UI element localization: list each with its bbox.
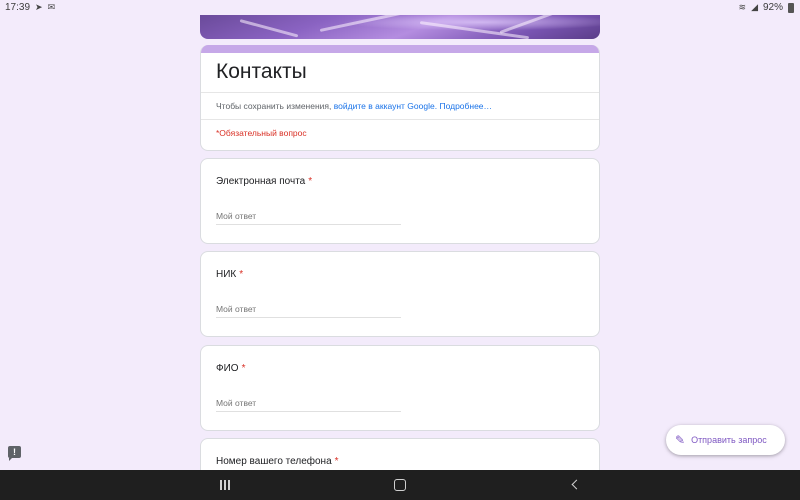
email-input[interactable] bbox=[216, 207, 401, 225]
status-left: 17:39 ➤ ✉ bbox=[5, 2, 55, 13]
mail-icon: ✉ bbox=[47, 2, 56, 12]
pencil-icon: ✎ bbox=[675, 433, 686, 447]
status-right: ≋ ◢ 92% bbox=[739, 2, 794, 13]
required-note: *Обязательный вопрос bbox=[216, 128, 307, 138]
question-label: Номер вашего телефона * bbox=[216, 456, 339, 467]
required-asterisk: * bbox=[334, 456, 339, 467]
form-title: Контакты bbox=[216, 60, 307, 83]
title-accent-bar bbox=[201, 45, 599, 53]
request-access-label: Отправить запрос bbox=[691, 435, 767, 445]
back-icon[interactable] bbox=[569, 478, 585, 492]
question-text: ФИО bbox=[216, 363, 239, 374]
question-text: Электронная почта bbox=[216, 176, 306, 187]
required-asterisk: * bbox=[239, 269, 244, 280]
request-access-button[interactable]: ✎ Отправить запрос bbox=[666, 425, 785, 455]
signin-notice: Чтобы сохранить изменения, войдите в акк… bbox=[216, 101, 492, 111]
divider bbox=[201, 119, 599, 120]
recents-icon[interactable] bbox=[217, 478, 233, 492]
learn-more-link[interactable]: Подробнее… bbox=[439, 101, 492, 111]
form-header-image bbox=[200, 15, 600, 39]
question-text: Номер вашего телефона bbox=[216, 456, 332, 467]
question-label: ФИО * bbox=[216, 363, 245, 374]
telegram-icon: ➤ bbox=[35, 2, 43, 12]
signal-icon: ◢ bbox=[751, 2, 758, 12]
status-time: 17:39 bbox=[5, 2, 31, 13]
battery-percent: 92% bbox=[762, 2, 783, 13]
question-label: Электронная почта * bbox=[216, 176, 312, 187]
question-text: НИК bbox=[216, 269, 237, 280]
navigation-bar bbox=[0, 470, 800, 500]
nick-input[interactable] bbox=[216, 300, 401, 318]
wifi-icon: ≋ bbox=[738, 2, 747, 12]
question-card-nick: НИК * bbox=[200, 251, 600, 337]
divider bbox=[201, 92, 599, 93]
status-bar: 17:39 ➤ ✉ ≋ ◢ 92% bbox=[0, 0, 800, 15]
feedback-icon[interactable]: ! bbox=[8, 446, 21, 461]
signin-prefix: Чтобы сохранить изменения, bbox=[216, 101, 334, 111]
form-title-card: Контакты Чтобы сохранить изменения, войд… bbox=[200, 45, 600, 151]
required-asterisk: * bbox=[241, 363, 246, 374]
signin-link[interactable]: войдите в аккаунт Google. bbox=[334, 101, 437, 111]
question-label: НИК * bbox=[216, 269, 243, 280]
required-asterisk: * bbox=[308, 176, 313, 187]
question-card-fullname: ФИО * bbox=[200, 345, 600, 431]
question-card-email: Электронная почта * bbox=[200, 158, 600, 244]
battery-icon bbox=[788, 2, 794, 13]
home-icon[interactable] bbox=[392, 478, 408, 492]
fullname-input[interactable] bbox=[216, 394, 401, 412]
